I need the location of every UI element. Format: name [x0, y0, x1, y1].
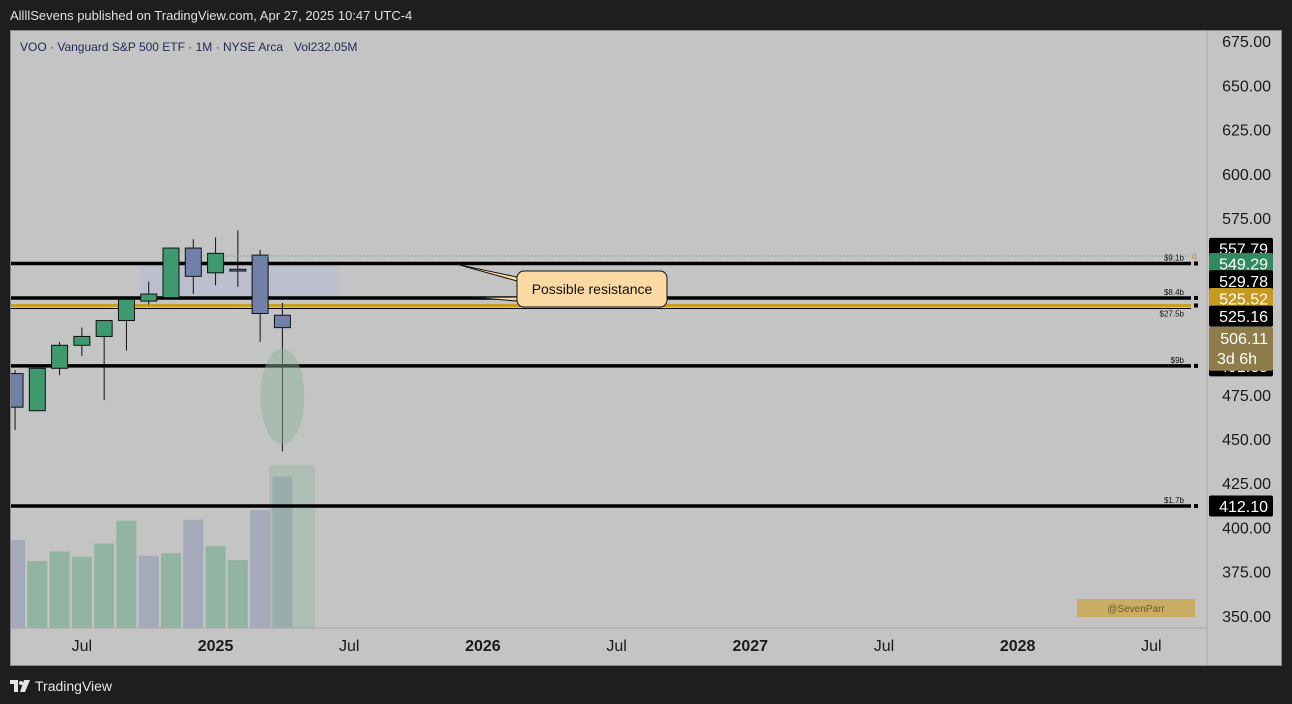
price-chart[interactable]: $9.1b $8.4b $27.5b $9b $1.7b d Possible resis… — [5, 31, 1281, 665]
current-price-text: 506.11 — [1220, 331, 1268, 348]
tradingview-logo-icon — [10, 680, 30, 692]
volume-bar — [205, 546, 226, 628]
volume-bar — [49, 551, 70, 628]
x-tick-label: Jul — [72, 638, 92, 655]
candle-body[interactable] — [251, 254, 269, 314]
candle-body[interactable] — [207, 252, 225, 274]
x-tick-label: Jul — [874, 638, 894, 655]
watermark-text: @SevenParr — [1107, 604, 1165, 615]
price-badge-text: 525.16 — [1219, 309, 1268, 326]
candle-body[interactable] — [229, 268, 247, 272]
level-label: $9b — [1171, 356, 1185, 365]
volume-bar — [71, 556, 92, 628]
y-tick-label: 625.00 — [1222, 123, 1271, 140]
level-end-marker — [1194, 303, 1198, 308]
y-tick-label: 425.00 — [1222, 476, 1271, 493]
bar-countdown-text: 3d 6h — [1217, 351, 1257, 368]
volume-bar — [27, 561, 48, 628]
price-badge-text: 412.10 — [1219, 499, 1268, 516]
x-tick-label: 2027 — [732, 638, 768, 655]
candle-body[interactable] — [117, 298, 135, 322]
wick-highlight-ellipse — [260, 348, 305, 445]
y-tick-label: 475.00 — [1222, 388, 1271, 405]
volume-highlight — [269, 464, 316, 628]
dotted-line-marker: d — [1192, 252, 1196, 261]
candle-body[interactable] — [140, 293, 158, 302]
x-tick-label: 2026 — [465, 638, 501, 655]
y-tick-label: 650.00 — [1222, 78, 1271, 95]
x-tick-label: Jul — [339, 638, 359, 655]
level-end-marker — [1194, 261, 1198, 266]
volume-bar — [161, 553, 181, 628]
candle-body[interactable] — [28, 367, 46, 412]
callout-pointer — [456, 263, 518, 302]
chart-frame[interactable]: $9.1b $8.4b $27.5b $9b $1.7b d Possible resis… — [5, 30, 1282, 666]
published-text: AllllSevens published on TradingView.com… — [10, 8, 413, 23]
footer: TradingView — [0, 666, 1292, 704]
level-end-marker — [1194, 363, 1198, 368]
volume-bar — [250, 510, 271, 628]
volume-bar — [227, 560, 248, 628]
x-tick-label: 2025 — [198, 638, 234, 655]
level-label: $9.1b — [1164, 253, 1185, 262]
volume-bar — [94, 543, 115, 628]
volume-bar — [138, 555, 159, 628]
footer-brand[interactable]: TradingView — [35, 678, 112, 694]
volume-bar — [116, 520, 137, 628]
volume-info: Vol232.05M — [294, 40, 357, 54]
published-header: AllllSevens published on TradingView.com… — [0, 0, 1292, 30]
candle-body[interactable] — [51, 344, 69, 369]
candle-body[interactable] — [184, 247, 202, 277]
callout-text: Possible resistance — [532, 281, 653, 297]
level-label: $1.7b — [1164, 496, 1185, 505]
volume-bar — [183, 519, 204, 628]
x-tick-label: Jul — [606, 638, 626, 655]
level-label: $27.5b — [1160, 309, 1185, 318]
level-label: $8.4b — [1164, 288, 1185, 297]
x-tick-label: Jul — [1141, 638, 1161, 655]
y-tick-label: 575.00 — [1222, 211, 1271, 228]
y-tick-label: 675.00 — [1222, 34, 1271, 51]
candle-body[interactable] — [6, 373, 24, 408]
level-end-marker — [1194, 504, 1198, 509]
x-tick-label: 2028 — [1000, 638, 1036, 655]
y-tick-label: 350.00 — [1222, 609, 1271, 626]
candle-body[interactable] — [162, 247, 180, 299]
candle-body[interactable] — [273, 314, 291, 329]
y-tick-label: 400.00 — [1222, 520, 1271, 537]
level-end-marker — [1194, 295, 1198, 300]
y-tick-label: 600.00 — [1222, 167, 1271, 184]
y-tick-label: 375.00 — [1222, 565, 1271, 582]
y-tick-label: 450.00 — [1222, 432, 1271, 449]
symbol-info[interactable]: VOO · Vanguard S&P 500 ETF · 1M · NYSE A… — [20, 40, 283, 54]
volume-bar — [5, 540, 26, 628]
candle-body[interactable] — [73, 335, 91, 346]
candle-body[interactable] — [95, 320, 113, 337]
